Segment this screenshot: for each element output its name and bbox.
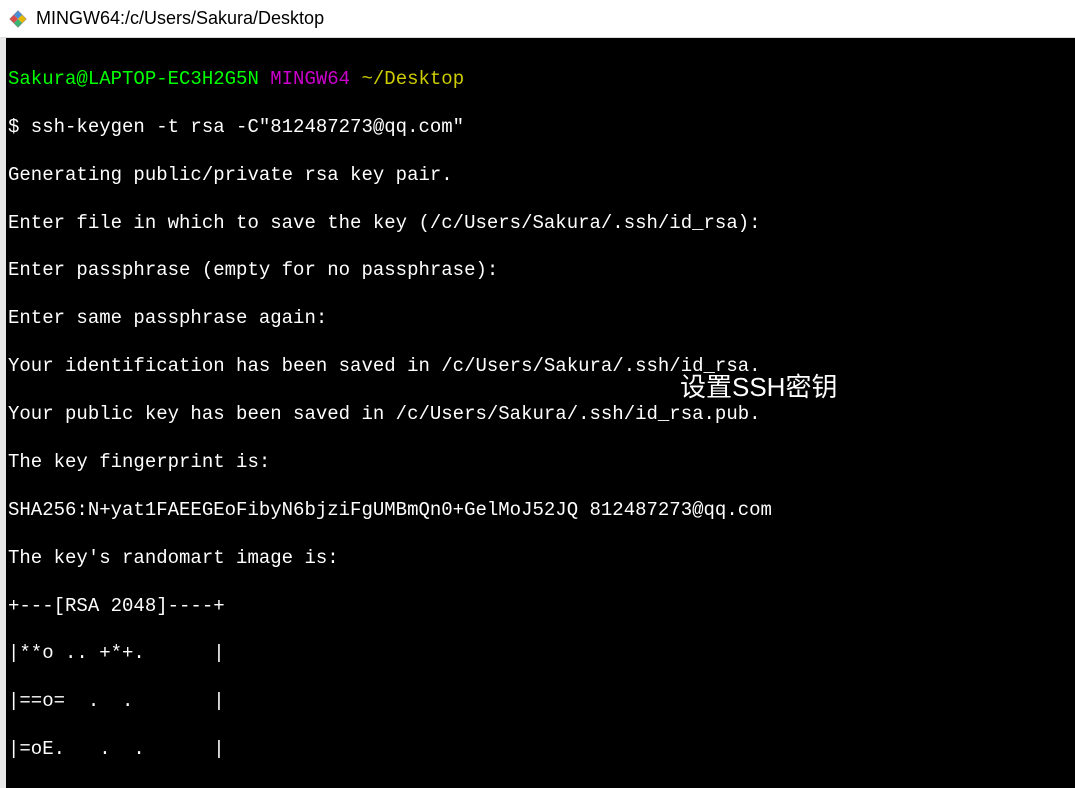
output-line: Enter file in which to save the key (/c/… xyxy=(8,212,1067,236)
output-line: The key's randomart image is: xyxy=(8,547,1067,571)
annotation-label: 设置SSH密钥 xyxy=(680,371,837,404)
prompt-line: Sakura@LAPTOP-EC3H2G5N MINGW64 ~/Desktop xyxy=(8,68,1067,92)
output-line: Your identification has been saved in /c… xyxy=(8,355,1067,379)
window-title: MINGW64:/c/Users/Sakura/Desktop xyxy=(36,8,324,29)
left-gutter xyxy=(0,38,6,788)
prompt-path: ~/Desktop xyxy=(361,68,464,90)
randomart-line: |**o .. +*+. | xyxy=(8,642,1067,666)
output-line: Your public key has been saved in /c/Use… xyxy=(8,403,1067,427)
output-line: Enter same passphrase again: xyxy=(8,307,1067,331)
output-line: Enter passphrase (empty for no passphras… xyxy=(8,259,1067,283)
prompt-mingw: MINGW64 xyxy=(270,68,350,90)
output-line: The key fingerprint is: xyxy=(8,451,1067,475)
randomart-line: +---[RSA 2048]----+ xyxy=(8,595,1067,619)
randomart-line: |=oE. . . | xyxy=(8,738,1067,762)
titlebar[interactable]: MINGW64:/c/Users/Sakura/Desktop xyxy=(0,0,1075,38)
terminal-body[interactable]: Sakura@LAPTOP-EC3H2G5N MINGW64 ~/Desktop… xyxy=(0,38,1075,788)
randomart-line: |==o= . . | xyxy=(8,690,1067,714)
output-line: SHA256:N+yat1FAEEGEoFibyN6bjziFgUMBmQn0+… xyxy=(8,499,1067,523)
command-line: $ ssh-keygen -t rsa -C"812487273@qq.com" xyxy=(8,116,1067,140)
terminal-window: MINGW64:/c/Users/Sakura/Desktop Sakura@L… xyxy=(0,0,1075,788)
mingw-icon xyxy=(8,9,28,29)
output-line: Generating public/private rsa key pair. xyxy=(8,164,1067,188)
prompt-user: Sakura@LAPTOP-EC3H2G5N xyxy=(8,68,259,90)
